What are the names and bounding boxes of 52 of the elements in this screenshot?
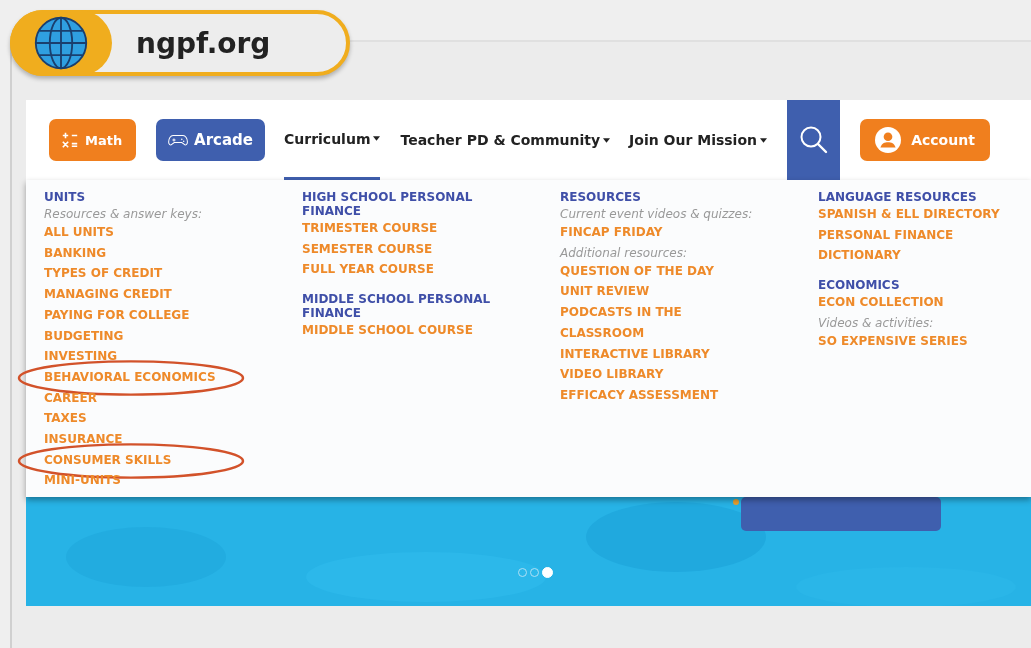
section-note: Additional resources: — [560, 244, 688, 261]
caret-icon — [603, 137, 611, 143]
nav-menu[interactable]: Teacher PD & Community — [400, 100, 611, 180]
menu-link[interactable]: SPANISH & ELL DIRECTORY — [818, 204, 1023, 225]
math-button[interactable]: Math — [49, 119, 136, 161]
menu-link[interactable]: MANAGING CREDIT — [44, 284, 249, 305]
section-heading: MIDDLE SCHOOL PERSONAL FINANCE — [302, 292, 492, 321]
menu-link[interactable]: VIDEO LIBRARY — [560, 364, 765, 385]
menu-link[interactable]: BEHAVIORAL ECONOMICS — [44, 366, 249, 388]
section-heading: RESOURCES — [560, 190, 642, 204]
search-icon — [798, 125, 829, 155]
menu-link[interactable]: PAYING FOR COLLEGE — [44, 304, 249, 326]
caret-icon — [373, 136, 381, 141]
menu-link[interactable]: PODCASTS IN THE CLASSROOM — [560, 302, 765, 344]
site-url: ngpf.org — [136, 26, 271, 60]
menu-link[interactable]: SO EXPENSIVE SERIES — [818, 330, 1023, 352]
section-heading: HIGH SCHOOL PERSONAL FINANCE — [302, 190, 474, 218]
section-heading: LANGUAGE RESOURCES — [818, 190, 978, 204]
section-heading: ECONOMICS — [818, 278, 901, 293]
menu-link[interactable]: INVESTING — [44, 346, 249, 367]
section-note: Resources & answer keys: — [44, 206, 203, 222]
section-heading: UNITS — [44, 190, 87, 204]
section-note: Current event videos & quizzes: — [560, 206, 754, 222]
menu-link[interactable]: INTERACTIVE LIBRARY — [560, 343, 765, 365]
globe-icon — [33, 15, 89, 71]
menu-link[interactable]: ALL UNITS — [44, 222, 249, 243]
search-button[interactable] — [787, 100, 840, 180]
menu-link[interactable]: QUESTION OF THE DAY — [560, 260, 765, 282]
menu-link[interactable]: PERSONAL FINANCE DICTIONARY — [818, 224, 1023, 267]
menu-link[interactable]: SEMESTER COURSE — [302, 238, 507, 260]
account-button[interactable]: Account — [860, 119, 990, 161]
math-symbols-icon — [61, 131, 79, 149]
menu-link[interactable]: CONSUMER SKILLS — [44, 449, 249, 471]
menu-link[interactable]: INSURANCE — [44, 429, 249, 450]
menu-link[interactable]: BANKING — [44, 242, 249, 264]
menu-link[interactable]: EFFICACY ASSESSMENT — [560, 384, 765, 406]
menu-link[interactable]: UNIT REVIEW — [560, 281, 765, 303]
user-icon — [875, 127, 902, 153]
section-note: Videos & activities: — [818, 314, 935, 331]
menu-link[interactable]: MINI-UNITS — [44, 470, 249, 492]
menu-link[interactable]: ECON COLLECTION — [818, 292, 1023, 313]
menu-link[interactable]: BUDGETING — [44, 325, 249, 347]
caret-icon — [760, 137, 767, 143]
menu-link[interactable]: FULL YEAR COURSE — [302, 259, 507, 281]
menu-link[interactable]: FINCAP FRIDAY — [560, 222, 765, 243]
menu-link[interactable]: TYPES OF CREDIT — [44, 263, 249, 285]
menu-link[interactable]: MIDDLE SCHOOL COURSE — [302, 320, 507, 341]
arcade-button[interactable]: Arcade — [156, 119, 265, 161]
menu-link[interactable]: TRIMESTER COURSE — [302, 218, 507, 239]
menu-link[interactable]: TAXES — [44, 408, 249, 430]
nav-menu[interactable]: Join Our Mission — [629, 100, 767, 180]
menu-link[interactable]: CAREER — [44, 387, 249, 409]
